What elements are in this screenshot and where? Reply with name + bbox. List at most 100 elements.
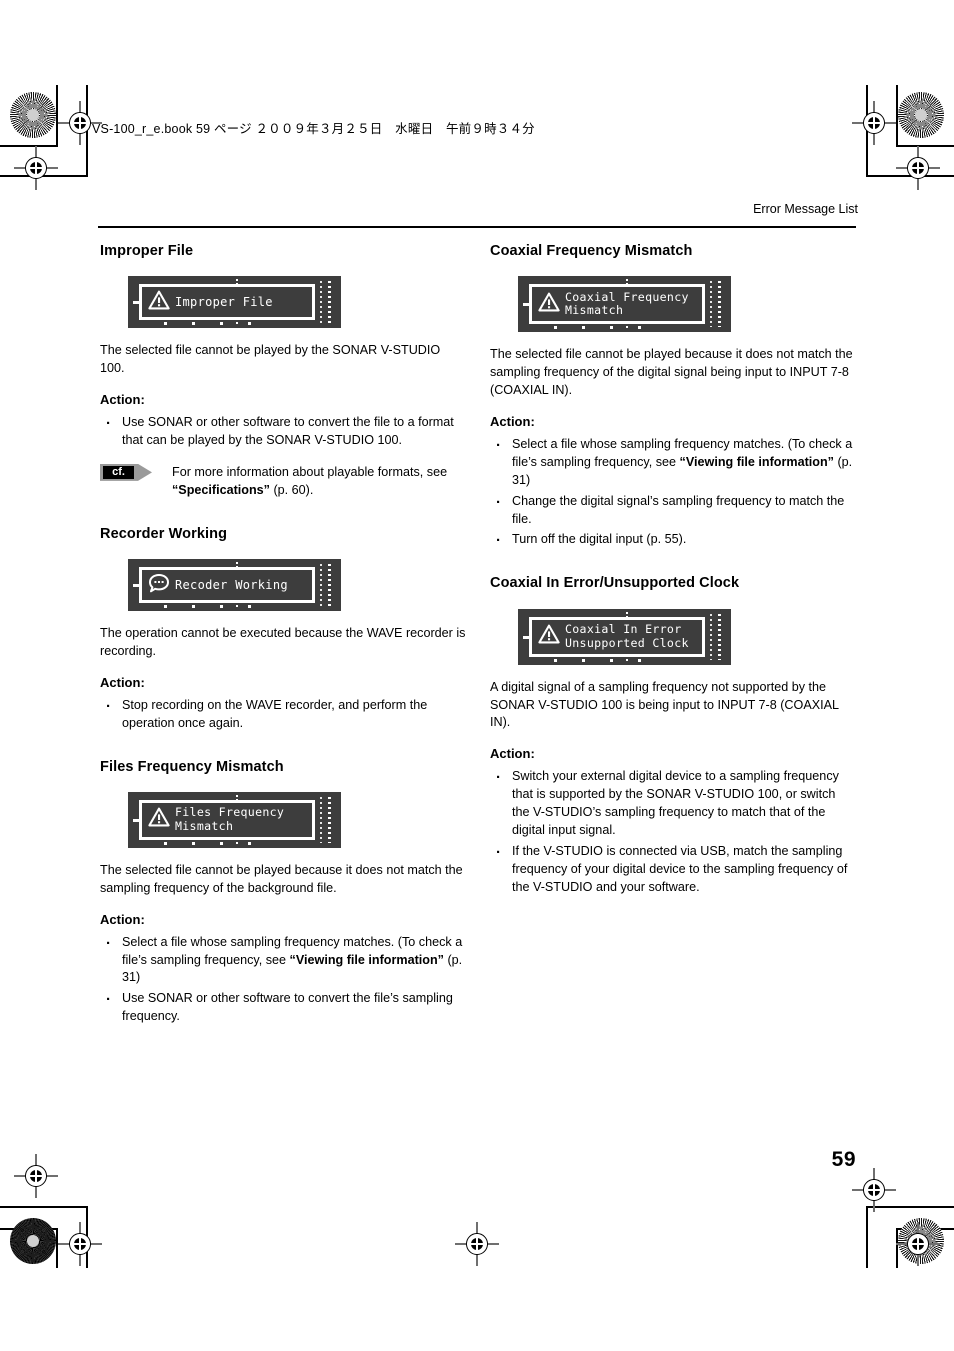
action-list-item: Change the digital signal’s sampling fre… — [490, 492, 856, 529]
lcd-icon — [148, 290, 170, 315]
action-list: Select a file whose sampling frequency m… — [100, 933, 466, 1026]
warning-triangle-icon — [538, 292, 560, 312]
registration-mark — [896, 146, 940, 190]
warning-triangle-icon — [148, 290, 170, 310]
action-list-item: Select a file whose sampling frequency m… — [100, 933, 466, 988]
registration-mark — [14, 146, 58, 190]
lcd-icon — [538, 292, 560, 317]
lcd-display-figure: Coaxial Frequency Mismatch — [518, 276, 731, 333]
lcd-message-text: Coaxial Frequency Mismatch — [565, 289, 689, 318]
book-file-line: VS-100_r_e.book 59 ページ ２００９年３月２５日 水曜日 午前… — [92, 122, 535, 136]
registration-mark — [14, 1154, 58, 1198]
cf-callout-text: For more information about playable form… — [172, 464, 448, 497]
action-list-item: Select a file whose sampling frequency m… — [490, 435, 856, 490]
running-head: Error Message List — [753, 202, 858, 216]
lcd-tick-column-inner — [320, 564, 322, 607]
section-description: The selected file cannot be played by th… — [100, 343, 441, 376]
cf-callout: cf. For more information about playable f… — [100, 463, 466, 500]
registration-rosette — [898, 92, 944, 138]
lcd-message-text: Coaxial In Error Unsupported Clock — [565, 621, 689, 650]
lcd-message-text: Improper File — [175, 295, 273, 310]
action-label: Action: — [100, 911, 145, 927]
lcd-tick-column — [328, 796, 331, 843]
lcd-tick-column — [328, 564, 331, 607]
lcd-tick-column — [328, 281, 331, 324]
registration-rosette — [10, 1218, 56, 1264]
section-description: The selected file cannot be played becau… — [490, 347, 853, 398]
section-heading: Coaxial Frequency Mismatch — [490, 243, 693, 259]
lcd-tick-column — [718, 281, 721, 328]
action-list-item: Use SONAR or other software to convert t… — [100, 413, 466, 450]
crop-line — [0, 1206, 88, 1208]
error-section: Improper File Improper File The selected f… — [100, 243, 466, 500]
registration-mark — [852, 101, 896, 145]
left-column: Improper File Improper File The selected f… — [100, 243, 466, 1052]
registration-rosette — [10, 92, 56, 138]
lcd-foot-ticks — [554, 326, 664, 330]
action-list-item: Use SONAR or other software to convert t… — [100, 989, 466, 1026]
section-heading: Improper File — [100, 243, 194, 259]
error-section: Coaxial In Error/Unsupported Clock Coaxia… — [490, 575, 856, 896]
action-list: Switch your external digital device to a… — [490, 767, 856, 897]
reference-title: “Viewing file information” — [289, 952, 444, 967]
section-description: The selected file cannot be played becau… — [100, 862, 463, 895]
action-list-item: If the V-STUDIO is connected via USB, ma… — [490, 842, 856, 897]
action-label: Action: — [100, 674, 145, 690]
lcd-message-box: Files Frequency Mismatch — [139, 799, 315, 840]
error-section: Files Frequency Mismatch Files Frequency … — [100, 759, 466, 1027]
registration-mark — [896, 1222, 940, 1266]
error-section: Recorder Working Recoder Working The opera… — [100, 526, 466, 733]
registration-mark — [852, 1168, 896, 1212]
warning-triangle-icon — [538, 624, 560, 644]
lcd-display-figure: Recoder Working — [128, 559, 341, 612]
reference-title: “Viewing file information” — [679, 454, 834, 469]
lcd-icon — [148, 807, 170, 832]
header-rule — [98, 226, 856, 228]
cf-tag-label: cf. — [112, 465, 125, 478]
registration-mark — [58, 1222, 102, 1266]
lcd-tick-column-inner — [320, 281, 322, 324]
lcd-message-box: Coaxial In Error Unsupported Clock — [529, 616, 705, 657]
lcd-foot-ticks — [164, 605, 274, 609]
action-list: Select a file whose sampling frequency m… — [490, 435, 856, 552]
action-list-item: Switch your external digital device to a… — [490, 767, 856, 840]
right-column: Coaxial Frequency Mismatch Coaxial Freque… — [490, 243, 856, 922]
lcd-foot-ticks — [164, 322, 274, 326]
lcd-icon — [148, 573, 170, 598]
section-heading: Recorder Working — [100, 525, 228, 542]
busy-bubble-icon — [149, 573, 169, 592]
lcd-tick-column-inner — [320, 796, 322, 843]
section-description: The operation cannot be executed because… — [100, 626, 466, 658]
action-list-item: Stop recording on the WAVE recorder, and… — [100, 696, 466, 733]
lcd-display-figure: Files Frequency Mismatch — [128, 791, 341, 848]
action-label: Action: — [490, 746, 535, 762]
warning-triangle-icon — [148, 807, 170, 827]
lcd-display-figure: Improper File — [128, 276, 341, 329]
reference-title: “Specifications” — [172, 482, 270, 497]
lcd-icon — [538, 624, 560, 649]
lcd-message-box: Coaxial Frequency Mismatch — [529, 284, 705, 325]
lcd-foot-ticks — [164, 841, 274, 845]
crop-line — [866, 1206, 868, 1268]
lcd-message-box: Improper File — [139, 284, 315, 321]
action-label: Action: — [490, 414, 535, 430]
cf-tag: cf. — [100, 463, 152, 481]
action-list: Use SONAR or other software to convert t… — [100, 413, 466, 450]
lcd-message-text: Recoder Working — [175, 577, 288, 592]
lcd-tick-column-inner — [710, 281, 712, 328]
lcd-foot-ticks — [554, 658, 664, 662]
lcd-tick-column-inner — [710, 613, 712, 660]
lcd-display-figure: Coaxial In Error Unsupported Clock — [518, 608, 731, 665]
action-list-item: Turn off the digital input (p. 55). — [490, 530, 856, 551]
error-section: Coaxial Frequency Mismatch Coaxial Freque… — [490, 243, 856, 552]
section-description: A digital signal of a sampling frequency… — [490, 679, 839, 730]
lcd-message-box: Recoder Working — [139, 567, 315, 604]
lcd-message-text: Files Frequency Mismatch — [175, 805, 285, 833]
lcd-tick-column — [718, 613, 721, 660]
action-label: Action: — [100, 392, 145, 408]
registration-mark — [455, 1222, 499, 1266]
section-heading: Files Frequency Mismatch — [100, 758, 284, 775]
action-list: Stop recording on the WAVE recorder, and… — [100, 696, 466, 733]
section-heading: Coaxial In Error/Unsupported Clock — [490, 575, 740, 592]
page-number: 59 — [831, 1148, 856, 1171]
